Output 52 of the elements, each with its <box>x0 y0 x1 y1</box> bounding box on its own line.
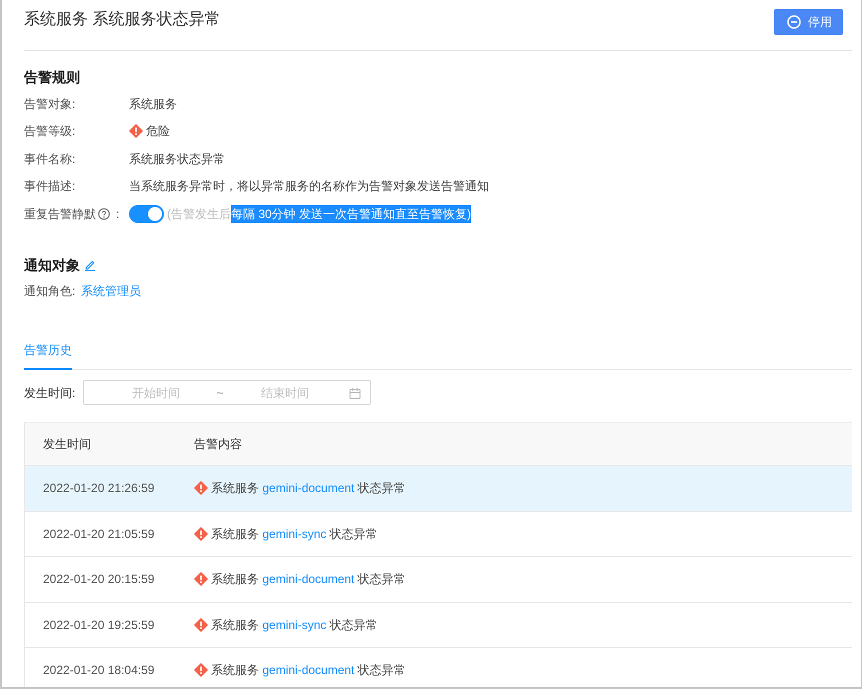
hint-text: (告警发生后 <box>167 206 231 223</box>
end-date-input[interactable]: 结束时间 <box>226 382 344 402</box>
disable-button[interactable]: 停用 <box>774 9 843 35</box>
danger-icon <box>194 481 208 496</box>
service-link[interactable]: gemini-document <box>262 481 354 496</box>
time-text: 2022-01-20 21:05:59 <box>43 526 154 541</box>
tab[interactable]: 告警历史 <box>24 340 72 370</box>
field-label: 告警等级: <box>24 123 76 140</box>
alert-message: 系统服务 gemini-sync 状态异常 <box>211 526 378 543</box>
start-date-input[interactable]: 开始时间 <box>98 382 214 402</box>
danger-icon <box>129 124 143 138</box>
danger-icon <box>194 618 208 632</box>
field-label: 通知角色: <box>24 283 76 300</box>
field-label: 发生时间: <box>24 384 76 402</box>
time-text: 2022-01-20 21:26:59 <box>43 481 154 496</box>
range-separator: ~ <box>215 384 224 402</box>
service-link[interactable]: gemini-document <box>262 663 354 678</box>
field-value: 系统服务状态异常 <box>129 150 225 168</box>
alert-message: 系统服务 gemini-document 状态异常 <box>211 480 406 498</box>
date-range-picker[interactable]: 开始时间 ~ 结束时间 <box>83 380 371 405</box>
alert-message: 系统服务 gemini-sync 状态异常 <box>211 616 378 634</box>
selected-text: 每隔 30分钟 发送一次告警通知直至告警恢复) <box>231 204 472 223</box>
calendar-icon <box>349 386 361 398</box>
time-text: 2022-01-20 18:04:59 <box>43 663 154 678</box>
section-heading: 告警规则 <box>24 69 80 85</box>
time-text: 2022-01-20 19:25:59 <box>43 618 154 632</box>
role-link[interactable]: 系统管理员 <box>81 282 141 300</box>
silence-switch[interactable] <box>129 204 164 223</box>
edit-icon[interactable] <box>84 258 96 270</box>
level-value: 危险 <box>146 123 170 140</box>
section-heading: 通知对象 <box>24 256 80 274</box>
service-link[interactable]: gemini-sync <box>262 618 326 632</box>
field-value: 当系统服务异常时，将以异常服务的名称作为告警对象发送告警通知 <box>129 178 489 196</box>
minus-circle-icon <box>787 15 801 29</box>
time-text: 2022-01-20 20:15:59 <box>43 572 154 586</box>
alert-message: 系统服务 gemini-document 状态异常 <box>211 571 406 588</box>
column-header: 告警内容 <box>194 437 242 451</box>
label-colon: : <box>116 206 120 223</box>
alert-message: 系统服务 gemini-document 状态异常 <box>211 662 406 680</box>
field-label: 事件名称: <box>24 150 76 168</box>
column-header: 发生时间 <box>43 437 91 451</box>
danger-icon <box>194 572 208 586</box>
danger-icon <box>194 526 208 541</box>
field-label: 重复告警静默 <box>24 206 96 223</box>
field-label: 告警对象: <box>24 96 76 113</box>
danger-icon <box>194 663 208 678</box>
field-label: 事件描述: <box>24 178 76 196</box>
service-link[interactable]: gemini-document <box>262 572 354 586</box>
page-title: 系统服务 系统服务状态异常 <box>24 10 220 30</box>
field-value: 系统服务 <box>129 96 177 113</box>
help-icon[interactable] <box>98 208 110 220</box>
service-link[interactable]: gemini-sync <box>262 526 326 541</box>
